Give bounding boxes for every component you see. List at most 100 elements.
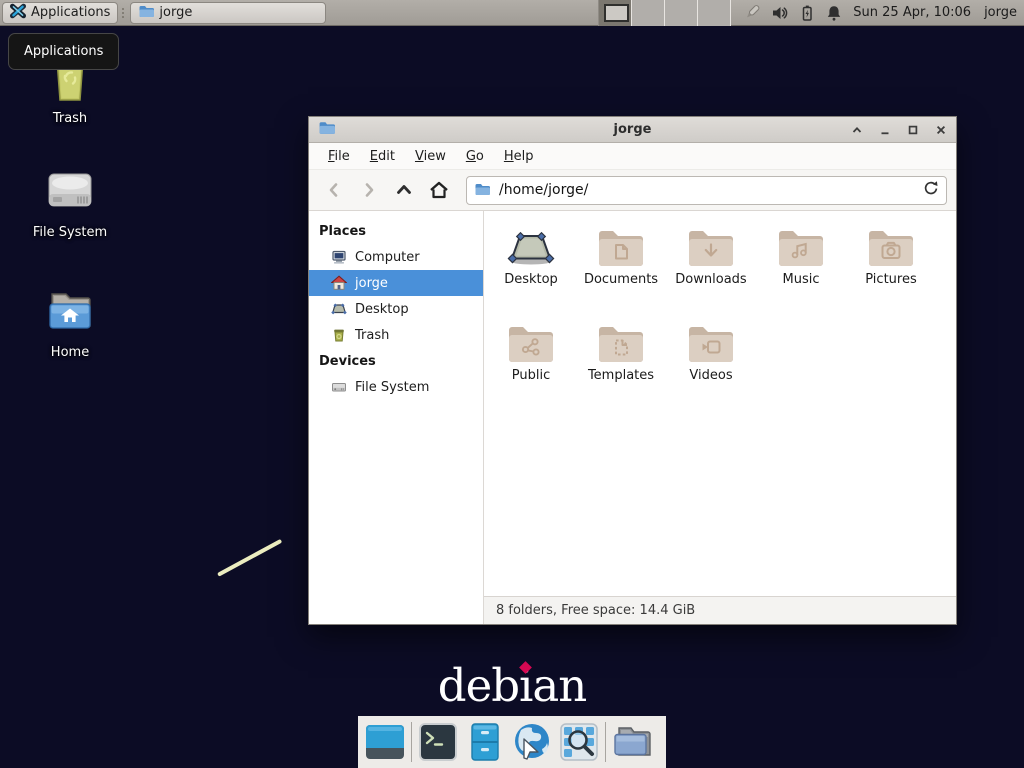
workspace-pager <box>598 0 731 26</box>
system-tray <box>743 3 843 22</box>
up-button[interactable] <box>388 175 420 205</box>
battery-icon[interactable] <box>798 4 816 22</box>
folder-pictures-icon <box>865 225 917 269</box>
sidebar-item-file-system[interactable]: File System <box>309 374 483 400</box>
web-browser-globe-icon <box>511 721 553 763</box>
pen-tray-icon[interactable] <box>743 3 762 22</box>
path-folder-icon <box>474 181 490 200</box>
debian-logo-i: i <box>519 659 532 712</box>
xfce-applications-icon <box>10 3 26 23</box>
sidebar-header-devices: Devices <box>309 348 483 374</box>
sidebar-item-trash[interactable]: Trash <box>309 322 483 348</box>
file-item-documents[interactable]: Documents <box>576 225 666 321</box>
folder-music-icon <box>775 225 827 269</box>
toolbar <box>309 170 956 211</box>
forward-button[interactable] <box>353 175 385 205</box>
menu-file[interactable]: File <box>318 145 360 168</box>
menu-edit[interactable]: Edit <box>360 145 405 168</box>
stray-line-artifact <box>217 539 282 577</box>
menu-help[interactable]: Help <box>494 145 544 168</box>
sidebar-item-computer[interactable]: Computer <box>309 244 483 270</box>
sidebar-item-desktop[interactable]: Desktop <box>309 296 483 322</box>
home-icon <box>331 275 347 291</box>
panel-username[interactable]: jorge <box>984 5 1017 20</box>
folder-documents-icon <box>595 225 647 269</box>
file-item-videos[interactable]: Videos <box>666 321 756 417</box>
menu-go[interactable]: Go <box>456 145 494 168</box>
folder-templates-icon <box>595 321 647 365</box>
terminal-icon <box>418 722 458 762</box>
location-bar[interactable] <box>466 176 947 205</box>
notifications-bell-icon[interactable] <box>825 4 843 22</box>
panel-clock[interactable]: Sun 25 Apr, 10:06 <box>853 5 971 20</box>
folder-videos-icon <box>685 321 737 365</box>
pager-window-preview <box>604 4 629 22</box>
workspace-3[interactable] <box>665 0 698 26</box>
workspace-4[interactable] <box>698 0 731 26</box>
file-cabinet-button[interactable] <box>464 720 506 764</box>
desktop-icon-home[interactable]: Home <box>10 286 130 360</box>
trash-icon <box>331 327 347 343</box>
desktop-icon-label: Home <box>51 345 89 360</box>
sidebar-item-label: Computer <box>355 250 420 265</box>
desktop-icon <box>331 301 347 317</box>
file-label: Public <box>512 368 550 383</box>
menubar: File Edit View Go Help <box>309 143 956 170</box>
home-button[interactable] <box>423 175 455 205</box>
show-desktop-icon <box>365 722 405 762</box>
window-folder-icon <box>318 120 335 139</box>
taskbar-window-button[interactable]: jorge <box>130 2 326 24</box>
dock-separator <box>605 722 606 762</box>
file-item-downloads[interactable]: Downloads <box>666 225 756 321</box>
web-browser-button[interactable] <box>511 720 553 764</box>
tasklist-drag-handle[interactable] <box>118 3 128 23</box>
window-titlebar[interactable]: jorge <box>309 117 956 143</box>
top-panel: Applications jorge <box>0 0 1024 26</box>
folder-public-icon <box>505 321 557 365</box>
window-minimize-button[interactable] <box>878 123 891 136</box>
desk-icon <box>505 225 557 269</box>
file-manager-button[interactable] <box>611 720 653 764</box>
sidebar-item-label: jorge <box>355 276 388 291</box>
show-desktop-button[interactable] <box>364 720 406 764</box>
hard-drive-icon <box>331 379 347 395</box>
debian-logo-text: an <box>532 659 586 712</box>
application-finder-button[interactable] <box>558 720 600 764</box>
sidebar: Places Computer jorge <box>309 211 484 624</box>
file-label: Music <box>783 272 820 287</box>
file-item-desktop[interactable]: Desktop <box>486 225 576 321</box>
window-close-button[interactable] <box>934 123 947 136</box>
window-shade-button[interactable] <box>850 123 863 136</box>
sidebar-item-label: Trash <box>355 328 389 343</box>
file-item-pictures[interactable]: Pictures <box>846 225 936 321</box>
file-item-music[interactable]: Music <box>756 225 846 321</box>
file-label: Documents <box>584 272 658 287</box>
tooltip-text: Applications <box>24 44 103 59</box>
taskbar-window-label: jorge <box>159 5 192 20</box>
desktop-icon-label: Trash <box>53 111 87 126</box>
terminal-button[interactable] <box>417 720 459 764</box>
window-maximize-button[interactable] <box>906 123 919 136</box>
workspace-2[interactable] <box>632 0 665 26</box>
back-button[interactable] <box>318 175 350 205</box>
home-folder-icon <box>41 286 99 342</box>
folder-icon <box>138 4 154 22</box>
file-item-public[interactable]: Public <box>486 321 576 417</box>
applications-menu-button[interactable]: Applications <box>2 2 118 24</box>
dock-panel <box>358 716 666 768</box>
file-item-templates[interactable]: Templates <box>576 321 666 417</box>
volume-icon[interactable] <box>771 4 789 22</box>
statusbar-text: 8 folders, Free space: 14.4 GiB <box>496 603 695 618</box>
computer-icon <box>331 249 347 265</box>
file-label: Desktop <box>504 272 558 287</box>
debian-logo-text: deb <box>438 659 519 712</box>
location-input[interactable] <box>497 181 916 199</box>
workspace-1[interactable] <box>599 0 632 26</box>
folder-downloads-icon <box>685 225 737 269</box>
reload-icon[interactable] <box>923 180 939 200</box>
menu-view[interactable]: View <box>405 145 456 168</box>
desktop-icon-file-system[interactable]: File System <box>10 166 130 240</box>
file-manager-window: jorge File Edit View Go Help <box>308 116 957 625</box>
sidebar-item-label: Desktop <box>355 302 409 317</box>
sidebar-item-jorge[interactable]: jorge <box>309 270 483 296</box>
